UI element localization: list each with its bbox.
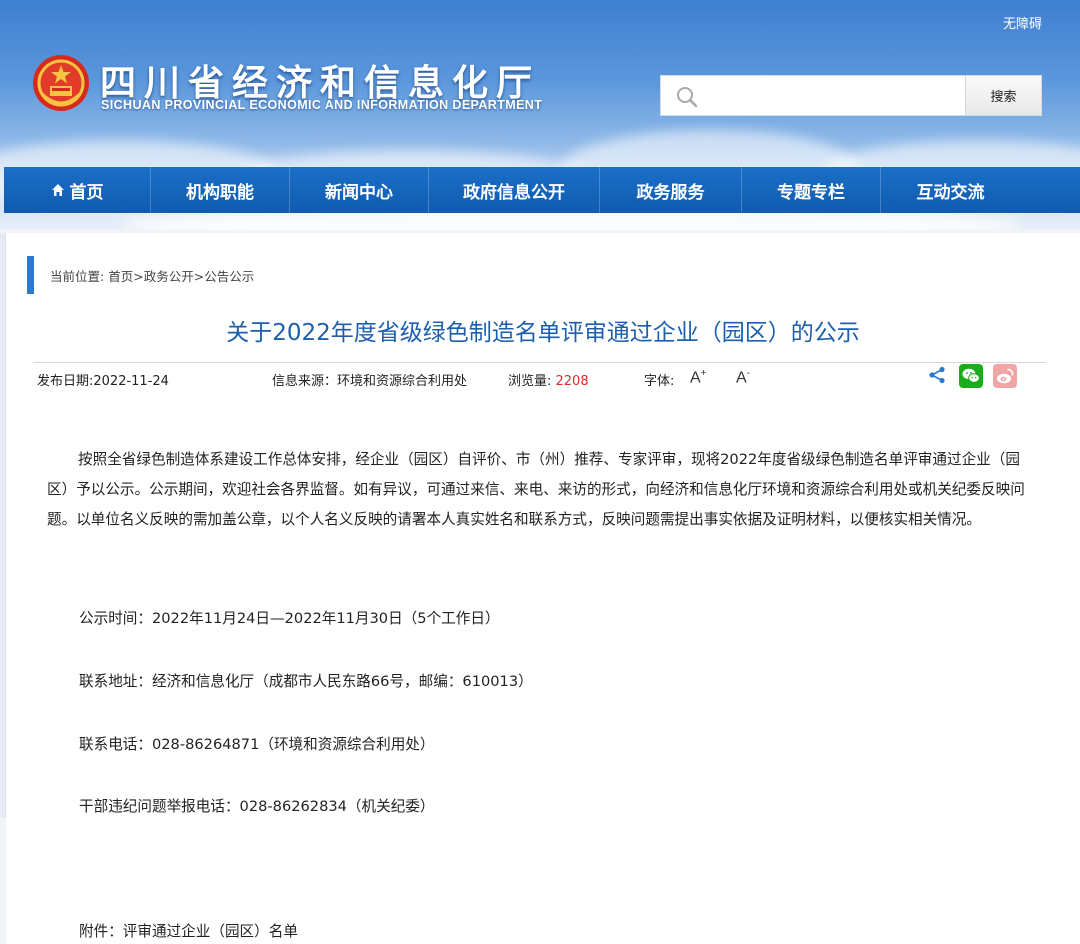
font-increase-button[interactable]: A+ — [690, 368, 707, 387]
weibo-share-icon[interactable] — [993, 364, 1017, 388]
font-size-label: 字体: — [644, 374, 675, 389]
search-button[interactable]: 搜索 — [965, 76, 1041, 115]
attachment-label: 附件：评审通过企业（园区）名单 — [79, 923, 298, 940]
info-source: 信息来源：环境和资源综合利用处 — [272, 374, 468, 389]
breadcrumb-separator: > — [133, 269, 144, 284]
contact-phone: 联系电话：028-86264871（环境和资源综合利用处） — [79, 736, 435, 753]
title-divider — [33, 362, 1046, 363]
wechat-share-icon[interactable] — [959, 364, 983, 388]
home-icon — [51, 184, 64, 196]
view-count-value: 2208 — [555, 374, 589, 389]
nav-item-news[interactable]: 新闻中心 — [290, 167, 429, 213]
national-emblem-icon — [33, 55, 89, 111]
publish-date: 发布日期:2022-11-24 — [37, 374, 169, 389]
search-box: 搜索 — [660, 75, 1042, 116]
nav-item-label: 首页 — [69, 182, 104, 203]
breadcrumb: 当前位置: 首页>政务公开>公告公示 — [50, 266, 254, 285]
font-increase-letter: A — [690, 369, 701, 387]
contact-address: 联系地址：经济和信息化厅（成都市人民东路66号，邮编：610013） — [79, 673, 533, 690]
nav-item-home[interactable]: 首页 — [4, 167, 151, 213]
breadcrumb-marker — [27, 256, 34, 294]
breadcrumb-separator: > — [193, 269, 205, 284]
nav-item-gov-info[interactable]: 政府信息公开 — [429, 167, 600, 213]
search-icon — [677, 87, 698, 108]
publicity-period: 公示时间：2022年11月24日—2022年11月30日（5个工作日） — [79, 610, 500, 627]
breadcrumb-section[interactable]: 政务公开 — [144, 269, 194, 284]
breadcrumb-current[interactable]: 公告公示 — [204, 269, 254, 284]
font-increase-sign: + — [700, 368, 707, 379]
share-icon[interactable] — [928, 366, 946, 384]
font-decrease-letter: A — [736, 369, 747, 387]
search-input[interactable] — [661, 76, 965, 115]
accessibility-link[interactable]: 无障碍 — [1003, 13, 1042, 32]
nav-item-topics[interactable]: 专题专栏 — [742, 167, 881, 213]
font-decrease-button[interactable]: A- — [736, 368, 750, 387]
report-phone: 干部违纪问题举报电话：028-86262834（机关纪委） — [79, 798, 435, 815]
breadcrumb-home[interactable]: 首页 — [108, 269, 133, 284]
nav-item-interaction[interactable]: 互动交流 — [881, 167, 1020, 213]
article-paragraph: 按照全省绿色制造体系建设工作总体安排，经企业（园区）自评价、市（州）推荐、专家评… — [47, 451, 1025, 528]
view-count-label: 浏览量: — [508, 374, 556, 389]
view-count: 浏览量: 2208 — [508, 370, 589, 389]
main-nav: 首页 机构职能 新闻中心 政府信息公开 政务服务 专题专栏 互动交流 — [4, 167, 1080, 213]
font-decrease-sign: - — [746, 368, 751, 379]
nav-item-organization[interactable]: 机构职能 — [151, 167, 290, 213]
site-subtitle: SICHUAN PROVINCIAL ECONOMIC AND INFORMAT… — [101, 98, 543, 112]
breadcrumb-prefix: 当前位置: — [50, 269, 109, 284]
nav-item-services[interactable]: 政务服务 — [600, 167, 742, 213]
article-title: 关于2022年度省级绿色制造名单评审通过企业（园区）的公示 — [226, 320, 860, 346]
